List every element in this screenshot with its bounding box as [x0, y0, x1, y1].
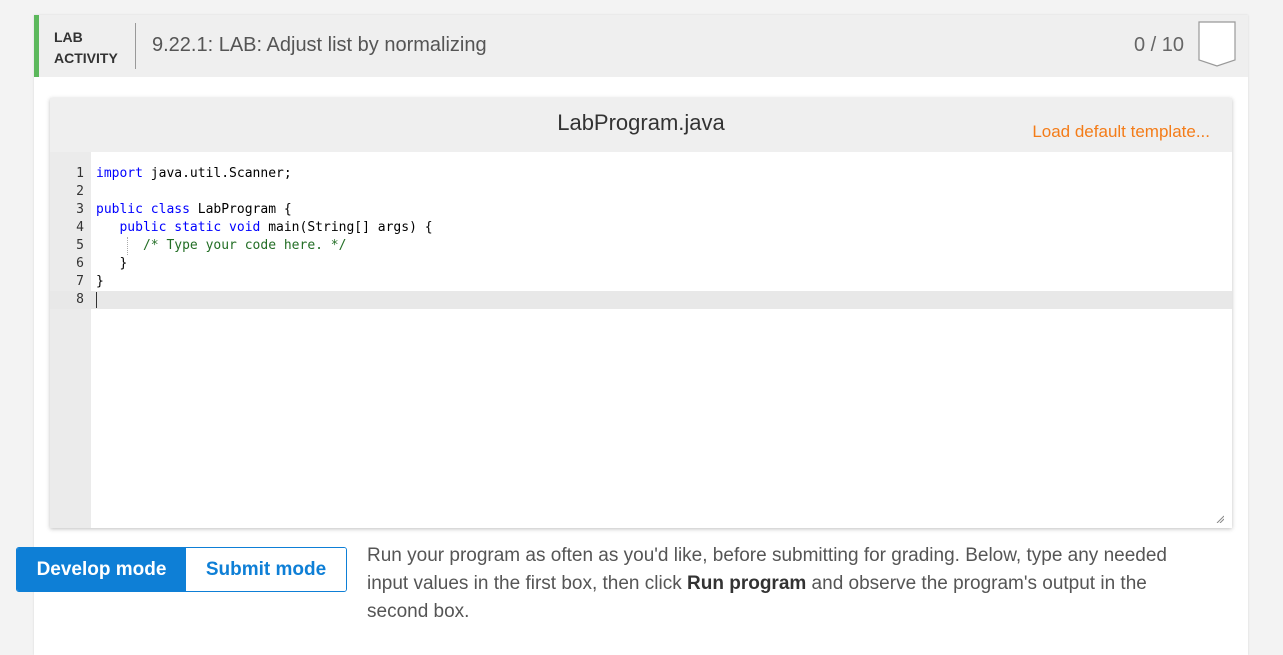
code-line[interactable]: 7 } [50, 273, 1232, 291]
score-text: 0 / 10 [1133, 34, 1184, 56]
mode-toggle-group: Develop mode Submit mode [16, 547, 347, 592]
indent-guide [127, 237, 128, 255]
run-instructions: Run your program as often as you'd like,… [367, 542, 1207, 626]
code-line[interactable]: 4 public static void main(String[] args)… [50, 219, 1232, 237]
run-program-emphasis: Run program [687, 573, 807, 594]
develop-mode-button[interactable]: Develop mode [17, 548, 186, 591]
line-code: } [96, 256, 128, 271]
line-number: 5 [76, 238, 84, 253]
load-default-template-link[interactable]: Load default template... [1032, 122, 1210, 142]
activity-label-line1: LAB [54, 29, 83, 45]
line-number: 1 [76, 166, 84, 181]
code-line[interactable]: 3 public class LabProgram { [50, 201, 1232, 219]
line-number: 4 [76, 220, 84, 235]
submit-mode-button[interactable]: Submit mode [186, 548, 346, 591]
line-code: /* Type your code here. */ [142, 238, 347, 253]
code-line[interactable]: 2 [50, 183, 1232, 201]
code-area[interactable]: 1 import java.util.Scanner; 2 3 public c… [50, 152, 1232, 528]
activity-title: 9.22.1: LAB: Adjust list by normalizing [152, 34, 487, 56]
score-badge-icon [1198, 21, 1236, 67]
code-line[interactable]: 6 } [50, 255, 1232, 273]
line-code: } [96, 274, 104, 289]
line-code: public class LabProgram { [96, 202, 292, 217]
line-number: 7 [76, 274, 84, 289]
line-number: 2 [76, 184, 84, 199]
editor-header: LabProgram.java Load default template... [50, 98, 1232, 152]
activity-label-line2: ACTIVITY [54, 50, 118, 66]
status-accent-bar [34, 15, 39, 77]
line-code: public static void main(String[] args) { [119, 220, 433, 235]
line-code: import java.util.Scanner; [96, 166, 292, 181]
code-line[interactable]: 1 import java.util.Scanner; [50, 165, 1232, 183]
line-number: 3 [76, 202, 84, 217]
activity-type-label: LAB ACTIVITY [54, 27, 118, 69]
line-number: 8 [76, 292, 84, 307]
code-line-active[interactable]: 8 [50, 291, 1232, 309]
text-cursor [96, 292, 97, 308]
code-editor-panel: LabProgram.java Load default template...… [50, 98, 1232, 528]
resize-handle-icon[interactable] [1216, 515, 1224, 523]
activity-header: LAB ACTIVITY 9.22.1: LAB: Adjust list by… [34, 15, 1248, 77]
header-divider [135, 23, 136, 69]
line-number: 6 [76, 256, 84, 271]
code-line[interactable]: 5 /* Type your code here. */ [50, 237, 1232, 255]
